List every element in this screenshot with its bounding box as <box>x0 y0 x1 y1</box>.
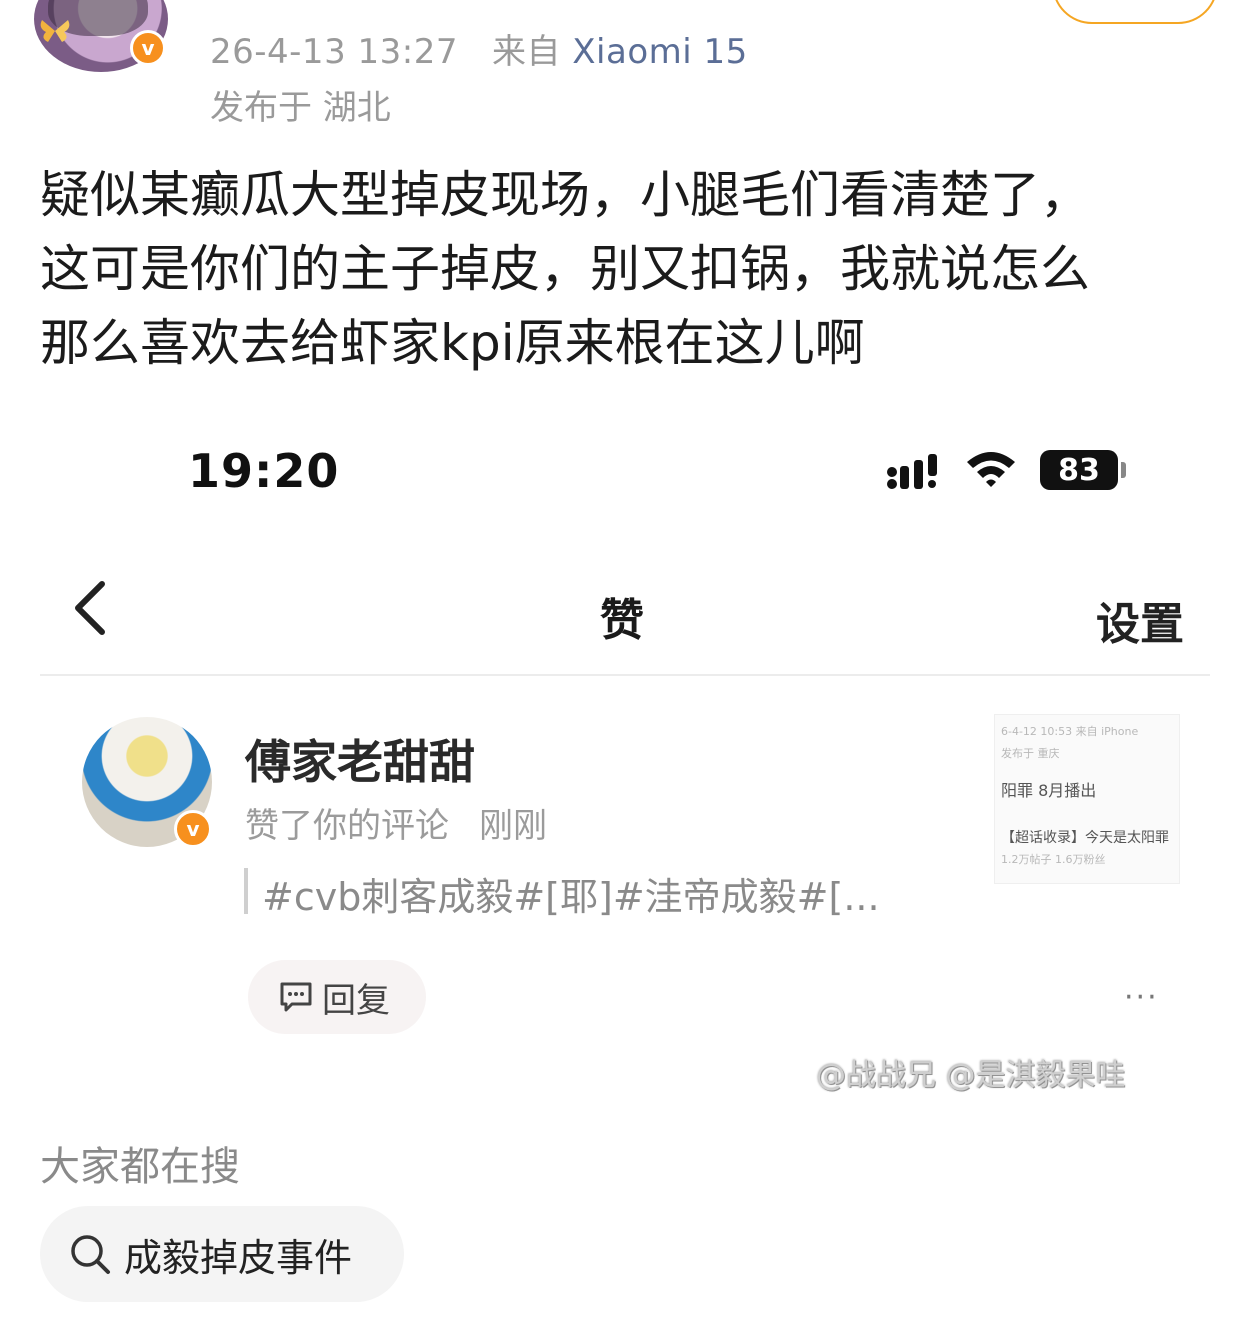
thumb-line: 【超话收录】今天是太阳罪 <box>1001 830 1169 846</box>
verified-icon: v <box>130 30 166 66</box>
more-icon[interactable]: ··· <box>1124 980 1159 1015</box>
signal-icon <box>887 454 937 489</box>
like-action: 赞了你的评论 刚刚 <box>245 798 547 847</box>
embedded-screenshot[interactable]: 19:20 83 赞 设置 v 傅家老甜甜 赞了你的评论 刚刚 #cvb刺客成毅#… <box>40 400 1220 1100</box>
thumb-line: 阳罪 8月播出 <box>1001 781 1097 800</box>
like-time: 刚刚 <box>479 806 547 846</box>
settings-button[interactable]: 设置 <box>1096 588 1184 652</box>
thumb-line: 1.2万帖子 1.6万粉丝 <box>1001 853 1106 866</box>
nav-divider <box>40 674 1210 676</box>
verified-icon: v <box>174 810 212 848</box>
status-time: 19:20 <box>188 444 340 498</box>
search-suggestion-label: 成毅掉皮事件 <box>124 1235 353 1280</box>
thumb-line: 发布于 重庆 <box>1001 747 1060 760</box>
nav-title: 赞 <box>600 595 644 646</box>
reply-button[interactable]: 回复 <box>248 960 426 1034</box>
search-suggestion-chip[interactable]: 成毅掉皮事件 <box>40 1206 404 1302</box>
watermark: @战战兄 @是淇毅果哇 <box>816 1058 1126 1093</box>
post-text-line: 那么喜欢去给虾家kpi原来根在这儿啊 <box>40 314 865 372</box>
post-location: 发布于 湖北 <box>210 88 391 128</box>
comment-icon <box>280 982 312 1012</box>
post-body: 疑似某癫瓜大型掉皮现场，小腿毛们看清楚了， 这可是你们的主子掉皮，别又扣锅，我就… <box>40 158 1230 380</box>
back-icon[interactable] <box>70 578 110 638</box>
post-text-line: 疑似某癫瓜大型掉皮现场，小腿毛们看清楚了， <box>40 166 1090 224</box>
like-action-text: 赞了你的评论 <box>245 806 449 846</box>
trending-search-heading: 大家都在搜 <box>40 1144 240 1190</box>
source-prefix: 来自 <box>491 32 561 72</box>
quoted-comment[interactable]: #cvb刺客成毅#[耶]#洼帝成毅#[... <box>262 866 880 921</box>
liker-name[interactable]: 傅家老甜甜 <box>245 726 475 792</box>
post-timestamp: 26-4-13 13:27 <box>210 32 458 72</box>
thumb-line: 6-4-12 10:53 来自 iPhone <box>1001 725 1139 738</box>
post-text-line: 这可是你们的主子掉皮，别又扣锅，我就说怎么 <box>40 240 1090 298</box>
quote-bar <box>244 868 248 914</box>
post-meta: 26-4-13 13:27 来自 Xiaomi 15 <box>210 24 748 73</box>
battery-icon: 83 <box>1040 450 1126 490</box>
post-thumbnail[interactable]: 6-4-12 10:53 来自 iPhone 发布于 重庆 阳罪 8月播出 【超… <box>994 714 1180 884</box>
follow-button[interactable] <box>1052 0 1218 24</box>
butterfly-icon <box>40 20 70 42</box>
wifi-icon <box>967 452 1015 487</box>
search-icon <box>71 1235 110 1274</box>
post-device[interactable]: Xiaomi 15 <box>572 32 748 72</box>
reply-label: 回复 <box>322 980 390 1021</box>
